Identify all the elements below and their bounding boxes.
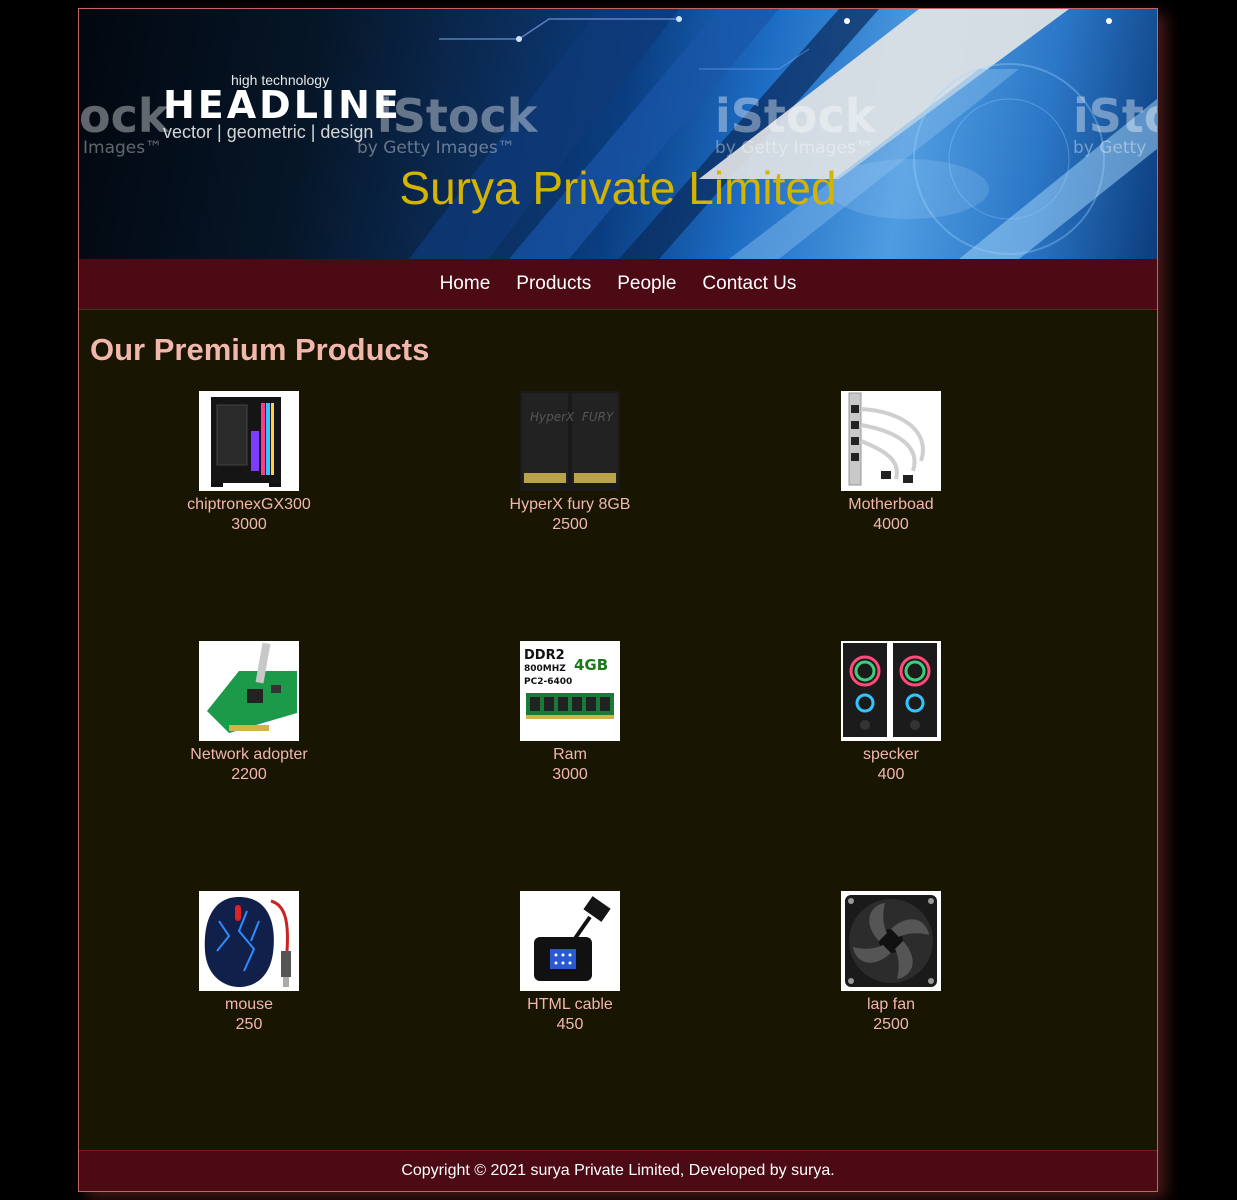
product-card[interactable]: Network adopter 2200 [169,641,329,785]
product-card[interactable]: mouse 250 [169,891,329,1035]
svg-text:DDR2: DDR2 [524,648,565,663]
product-name: HyperX fury 8GB [509,496,631,513]
footer: Copyright © 2021 surya Private Limited, … [79,1150,1157,1191]
network-card-icon [199,641,299,741]
product-price: 2500 [552,516,588,533]
product-card[interactable]: specker 400 [811,641,971,785]
product-name: mouse [224,996,274,1013]
product-price: 400 [877,766,905,783]
hdmi-vga-adapter-icon [520,891,620,991]
product-card[interactable]: lap fan 2500 [811,891,971,1035]
svg-text:800MHZ: 800MHZ [524,664,566,674]
main-nav: Home Products People Contact Us [79,259,1157,310]
product-price: 250 [235,1016,263,1033]
speakers-icon [841,641,941,741]
svg-text:PC2-6400: PC2-6400 [524,677,572,687]
product-name: Network adopter [190,746,308,763]
ram-sticks-icon: HyperX FURY [520,391,620,491]
product-price: 450 [556,1016,584,1033]
case-fan-icon [841,891,941,991]
product-name: HTML cable [527,996,613,1013]
pc-case-icon [199,391,299,491]
header-banner: high technology HEADLINE vector | geomet… [79,9,1157,259]
watermark: ock Images™ [79,89,169,158]
product-card[interactable]: chiptronexGX300 3000 [169,391,329,535]
watermark: iSto by Getty [1073,89,1157,158]
product-price: 3000 [552,766,588,783]
product-card[interactable]: Motherboad 4000 [811,391,971,535]
product-card[interactable]: HyperX FURY HyperX fury 8GB 2500 [490,391,650,535]
svg-text:4GB: 4GB [574,656,608,674]
page-title: Our Premium Products [90,332,430,367]
product-price: 3000 [231,516,267,533]
product-name: Motherboad [848,496,934,513]
usb-bracket-icon [841,391,941,491]
nav-home[interactable]: Home [440,273,491,295]
nav-products[interactable]: Products [516,273,591,295]
nav-people[interactable]: People [617,273,676,295]
product-price: 4000 [873,516,909,533]
company-name: Surya Private Limited [399,162,837,214]
product-name: lap fan [866,996,916,1013]
product-card[interactable]: DDR2 800MHZ 4GB PC2-6400 Ram 3000 [490,641,650,785]
svg-text:HyperX: HyperX [530,410,575,424]
watermark: iStock by Getty Images™ [715,89,876,158]
product-card[interactable]: HTML cable 450 [490,891,650,1035]
nav-contact-us[interactable]: Contact Us [702,273,796,295]
ddr2-ram-icon: DDR2 800MHZ 4GB PC2-6400 [520,641,620,741]
product-name: chiptronexGX300 [187,496,311,513]
svg-text:FURY: FURY [582,410,615,424]
stock-headline-sub: vector | geometric | design [163,122,374,142]
product-name: specker [862,746,920,763]
watermark: iStock by Getty Images™ [357,89,538,158]
footer-copyright: Copyright © 2021 surya Private Limited, … [401,1162,835,1179]
product-price: 2200 [231,766,267,783]
product-name: Ram [553,746,587,763]
gaming-mouse-icon [199,891,299,991]
product-price: 2500 [873,1016,909,1033]
page-container: high technology HEADLINE vector | geomet… [78,8,1158,1192]
